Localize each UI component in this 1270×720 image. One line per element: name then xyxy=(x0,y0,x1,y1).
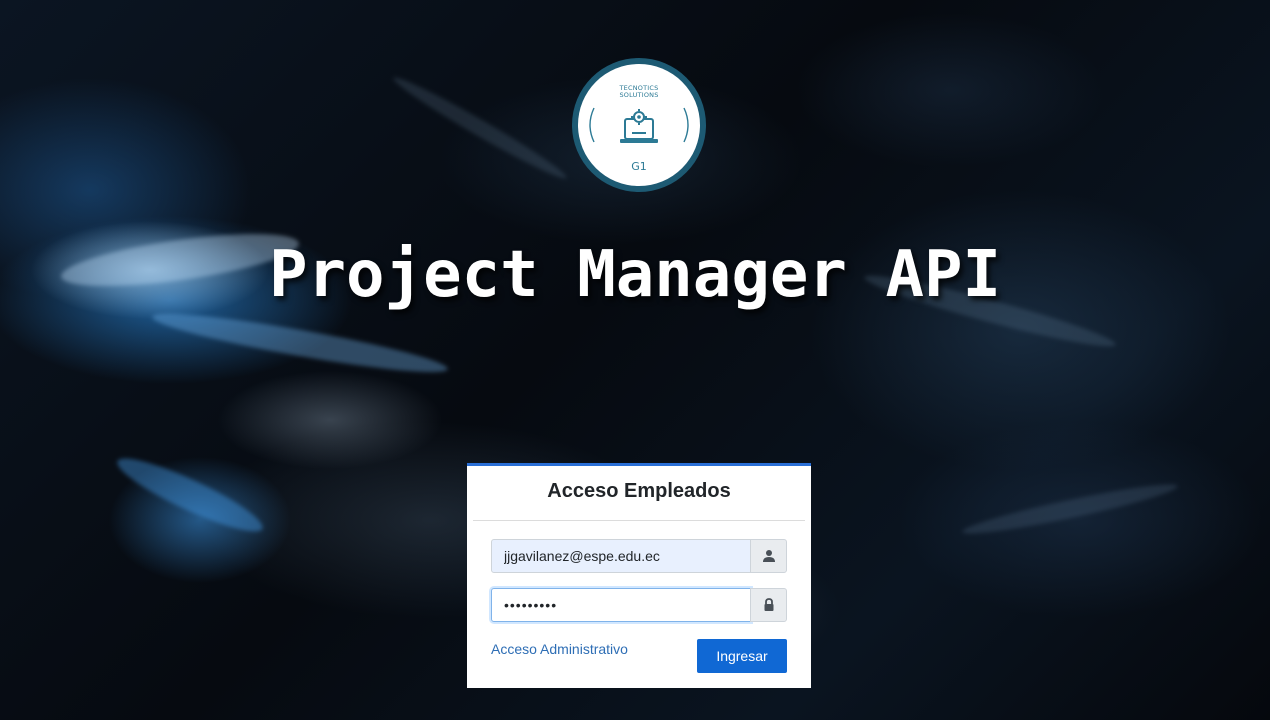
email-input-group xyxy=(491,539,787,573)
login-card: Acceso Empleados Acceso Administrativo I… xyxy=(467,463,811,688)
page-title: Project Manager API xyxy=(268,238,1002,312)
lock-icon xyxy=(750,588,787,622)
divider xyxy=(473,520,805,521)
admin-access-link[interactable]: Acceso Administrativo xyxy=(491,641,628,657)
logo-label: G1 xyxy=(631,160,647,173)
user-icon xyxy=(750,539,787,573)
password-field[interactable] xyxy=(491,588,751,622)
company-logo: TECNOTICS SOLUTIONS G1 xyxy=(572,58,706,192)
password-input-group xyxy=(491,588,787,622)
login-title: Acceso Empleados xyxy=(547,480,731,502)
submit-button[interactable]: Ingresar xyxy=(697,639,787,673)
email-field[interactable] xyxy=(491,539,751,573)
